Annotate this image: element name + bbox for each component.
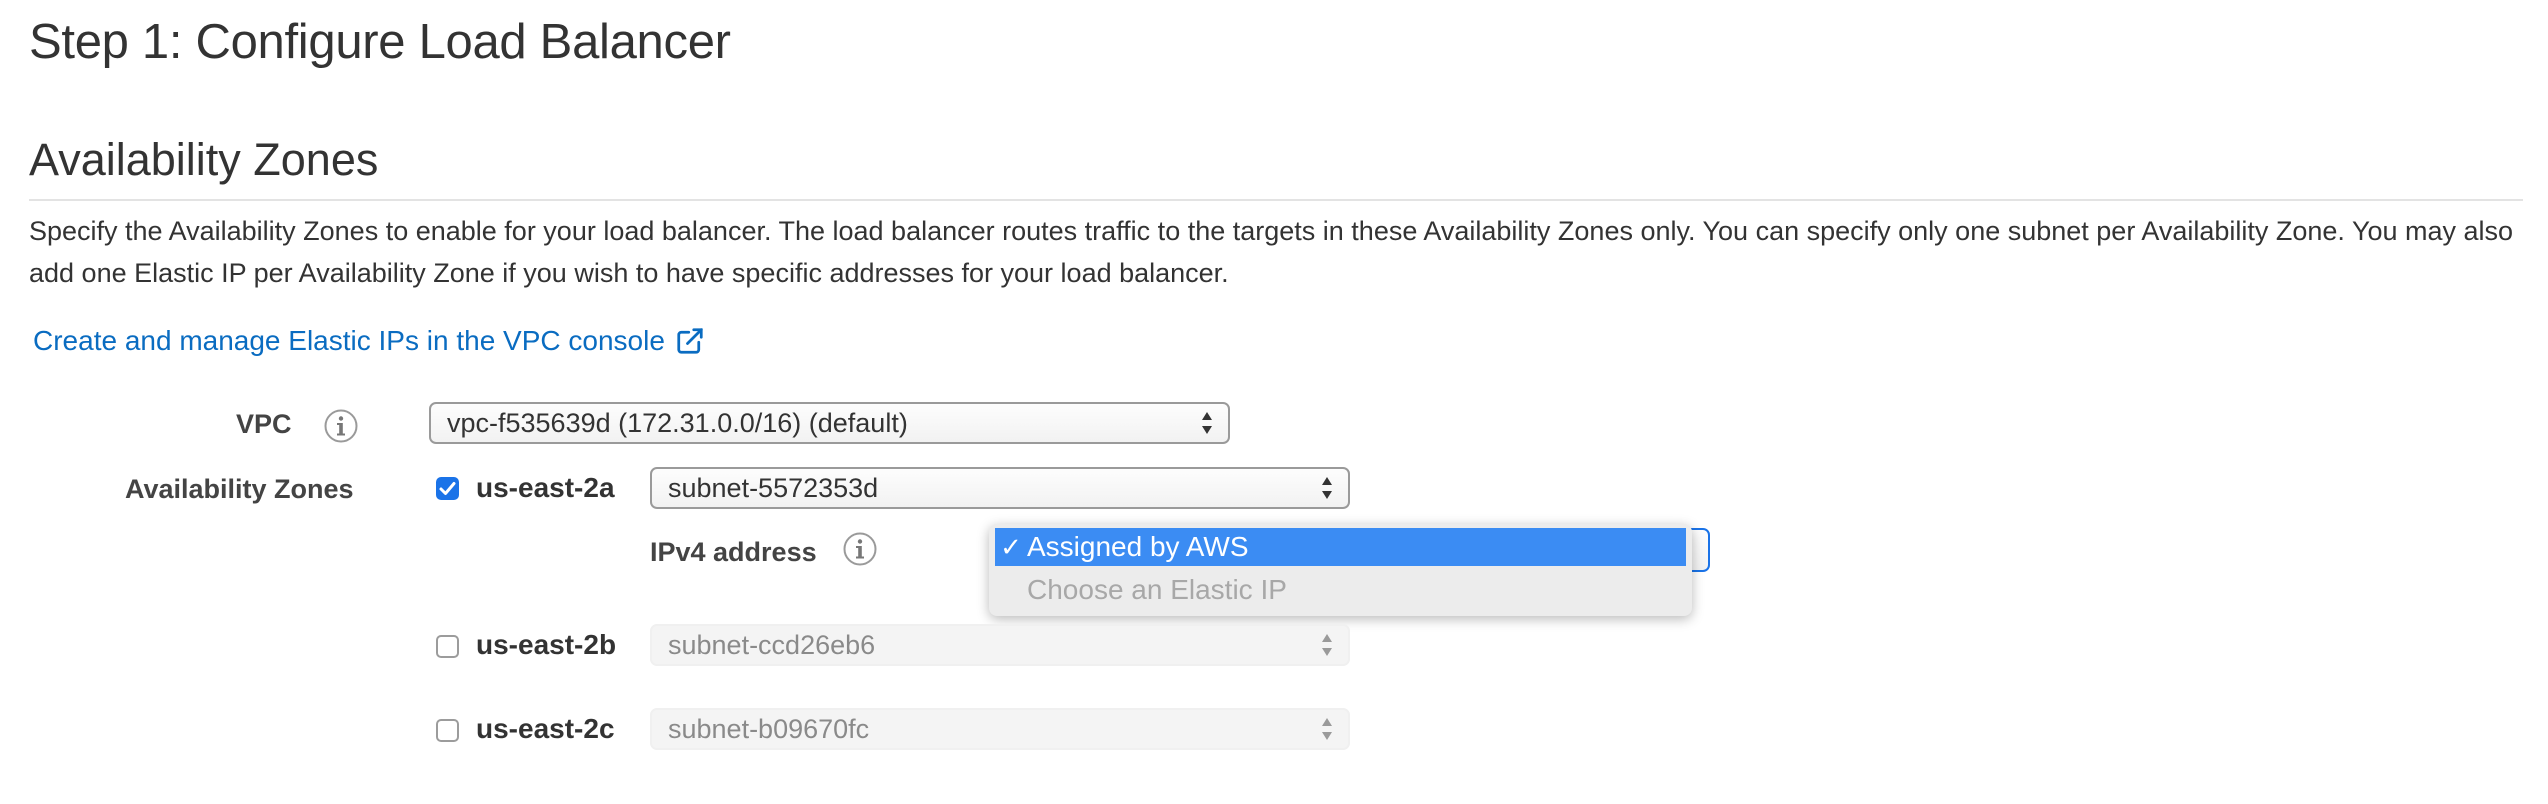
vpc-select[interactable]: vpc-f535639d (172.31.0.0/16) (default) [429,402,1230,444]
updown-arrows-icon [1322,634,1332,656]
section-divider [29,199,2523,201]
zone-c-checkbox[interactable] [436,719,459,742]
zone-b-label: us-east-2b [476,629,617,660]
section-title: Availability Zones [29,134,379,185]
dropdown-option-assigned-by-aws[interactable]: ✓ Assigned by AWS [995,528,1686,566]
zone-b-checkbox[interactable] [436,635,459,658]
dropdown-option-label: Assigned by AWS [1027,531,1249,562]
zone-c-subnet-select[interactable]: subnet-b09670fc [650,708,1350,750]
vpc-select-value: vpc-f535639d (172.31.0.0/16) (default) [447,407,908,438]
zone-c-subnet-value: subnet-b09670fc [668,713,870,744]
zone-c-label: us-east-2c [476,713,615,744]
page-title: Step 1: Configure Load Balancer [29,15,731,69]
elastic-ip-console-link[interactable]: Create and manage Elastic IPs in the VPC… [33,325,705,357]
ipv4-address-label: IPv4 address [650,537,817,567]
ipv4-dropdown-menu: ✓ Assigned by AWS Choose an Elastic IP [989,524,1692,616]
ipv4-info-icon[interactable] [842,531,878,567]
vpc-info-icon[interactable] [323,408,359,444]
elastic-ip-console-link-label: Create and manage Elastic IPs in the VPC… [33,325,665,356]
zone-b-subnet-select[interactable]: subnet-ccd26eb6 [650,624,1350,666]
zone-a-subnet-select[interactable]: subnet-5572353d [650,467,1350,509]
external-link-icon [677,328,703,354]
zone-a-checkbox[interactable] [436,477,459,500]
dropdown-option-label: Choose an Elastic IP [1027,574,1287,605]
checkmark-icon [439,482,456,495]
updown-arrows-icon [1202,412,1212,434]
section-description: Specify the Availability Zones to enable… [29,216,2514,288]
updown-arrows-icon [1322,718,1332,740]
zone-b-subnet-value: subnet-ccd26eb6 [668,629,876,660]
zone-a-subnet-value: subnet-5572353d [668,472,879,503]
updown-arrows-icon [1322,477,1332,499]
checkmark-icon: ✓ [1000,531,1022,562]
vpc-label: VPC [236,409,292,439]
dropdown-option-choose-elastic-ip: Choose an Elastic IP [995,571,1686,609]
zone-a-label: us-east-2a [476,472,615,503]
availability-zones-label: Availability Zones [125,474,354,504]
